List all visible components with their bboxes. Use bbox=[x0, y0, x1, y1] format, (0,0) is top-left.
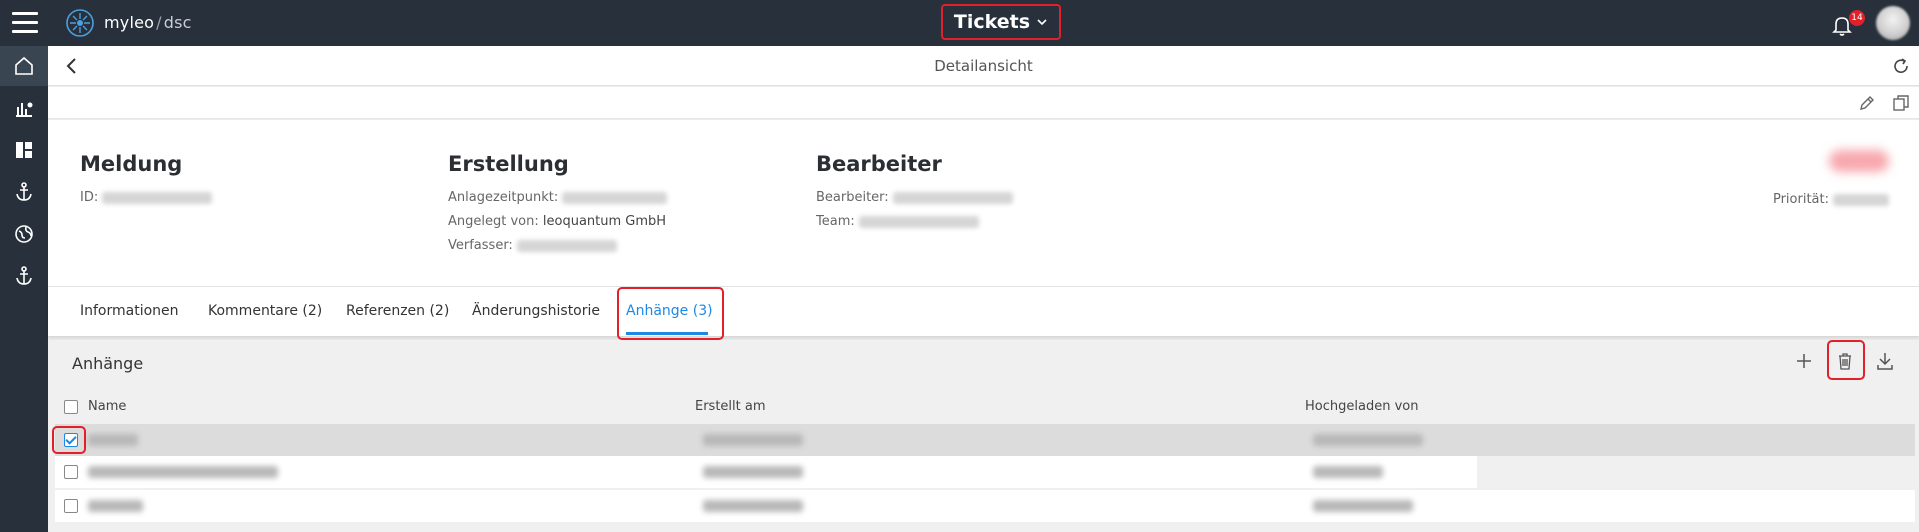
table-row[interactable] bbox=[55, 490, 1915, 522]
module-label: Tickets bbox=[953, 11, 1031, 33]
column-header-erstellt[interactable]: Erstellt am bbox=[695, 399, 766, 414]
row-checkbox[interactable] bbox=[64, 465, 78, 479]
page-title: Detailansicht bbox=[934, 57, 1033, 75]
bearbeiter-value-redacted bbox=[892, 191, 1013, 204]
created-redacted bbox=[703, 434, 803, 446]
rail-dashboard[interactable] bbox=[0, 130, 48, 170]
created-redacted bbox=[703, 500, 803, 512]
logo-icon bbox=[66, 9, 94, 37]
side-rail bbox=[0, 46, 48, 532]
id-row: ID: bbox=[80, 190, 213, 214]
download-icon[interactable] bbox=[1874, 350, 1896, 372]
verfasser-value-redacted bbox=[516, 239, 617, 252]
team-row: Team: bbox=[816, 214, 1013, 238]
file-name-redacted bbox=[88, 434, 138, 446]
verfasser-row: Verfasser: bbox=[448, 238, 667, 262]
meldung-section: Meldung ID: bbox=[80, 152, 213, 214]
anchor-icon bbox=[16, 182, 32, 201]
tab-informationen[interactable]: Informationen bbox=[80, 303, 179, 319]
bearbeiter-heading: Bearbeiter bbox=[816, 152, 942, 176]
globe-icon bbox=[15, 225, 33, 243]
file-name-redacted bbox=[88, 500, 143, 512]
chart-icon bbox=[16, 102, 33, 117]
created-redacted bbox=[703, 466, 803, 478]
prioritaet-row: Priorität: bbox=[1773, 192, 1889, 207]
rail-charts[interactable] bbox=[0, 88, 48, 128]
erstellung-heading: Erstellung bbox=[448, 152, 569, 176]
rail-globe[interactable] bbox=[0, 214, 48, 254]
rail-anchor-2[interactable] bbox=[0, 256, 48, 296]
attachments-table-header: Name Erstellt am Hochgeladen von bbox=[55, 390, 1915, 424]
refresh-icon[interactable] bbox=[1891, 56, 1911, 76]
rail-home[interactable] bbox=[0, 46, 48, 86]
bearbeiter-section: Bearbeiter Bearbeiter: Team: bbox=[816, 152, 1013, 238]
brand: myleo / dsc bbox=[104, 13, 192, 32]
highlight-tab-anhaenge bbox=[617, 287, 724, 340]
tab-bar: Informationen Kommentare (2) Referenzen … bbox=[48, 286, 1919, 336]
dashboard-icon bbox=[16, 142, 32, 158]
uploader-redacted bbox=[1313, 500, 1413, 512]
select-all-checkbox[interactable] bbox=[64, 400, 78, 414]
anlage-value-redacted bbox=[562, 191, 668, 204]
meldung-heading: Meldung bbox=[80, 152, 183, 176]
ticket-detail: Meldung ID: Erstellung Anlagezeitpunkt: … bbox=[48, 120, 1919, 286]
top-bar: myleo / dsc Tickets 14 bbox=[0, 0, 1919, 46]
home-icon bbox=[15, 56, 33, 75]
status-badge bbox=[1829, 150, 1889, 172]
angelegt-row: Angelegt von: leoquantum GmbH bbox=[448, 214, 667, 229]
anlage-row: Anlagezeitpunkt: bbox=[448, 190, 668, 214]
anchor-icon bbox=[16, 266, 32, 285]
tab-aenderungshistorie[interactable]: Änderungshistorie bbox=[472, 303, 600, 319]
row-checkbox[interactable] bbox=[64, 499, 78, 513]
tab-referenzen[interactable]: Referenzen (2) bbox=[346, 303, 449, 319]
edit-icon[interactable] bbox=[1857, 93, 1877, 113]
rail-anchor-1[interactable] bbox=[0, 172, 48, 212]
id-value-redacted bbox=[102, 191, 213, 204]
plus-icon[interactable] bbox=[1793, 350, 1815, 372]
column-header-name[interactable]: Name bbox=[88, 399, 126, 414]
file-name-redacted bbox=[88, 466, 278, 478]
column-header-hochgeladen[interactable]: Hochgeladen von bbox=[1305, 399, 1418, 414]
action-bar bbox=[48, 87, 1919, 119]
erstellung-section: Erstellung Anlagezeitpunkt: Angelegt von… bbox=[448, 152, 668, 262]
highlight-row-checkbox bbox=[52, 426, 86, 454]
menu-icon[interactable] bbox=[12, 12, 38, 34]
highlight-trash bbox=[1827, 340, 1865, 380]
uploader-redacted bbox=[1313, 466, 1383, 478]
team-value-redacted bbox=[858, 215, 979, 228]
attachments-title: Anhänge bbox=[72, 354, 144, 373]
module-select[interactable]: Tickets bbox=[941, 4, 1061, 40]
chevron-down-icon bbox=[1037, 19, 1047, 26]
copy-icon[interactable] bbox=[1891, 93, 1911, 113]
bearbeiter-row: Bearbeiter: bbox=[816, 190, 1013, 214]
uploader-redacted bbox=[1313, 434, 1423, 446]
notification-badge: 14 bbox=[1849, 10, 1865, 26]
table-row[interactable] bbox=[55, 424, 1915, 456]
tab-kommentare[interactable]: Kommentare (2) bbox=[208, 303, 322, 319]
detail-header: Detailansicht bbox=[48, 46, 1919, 86]
avatar[interactable] bbox=[1876, 6, 1910, 40]
prioritaet-value-redacted bbox=[1833, 193, 1889, 206]
table-row[interactable] bbox=[55, 456, 1477, 488]
